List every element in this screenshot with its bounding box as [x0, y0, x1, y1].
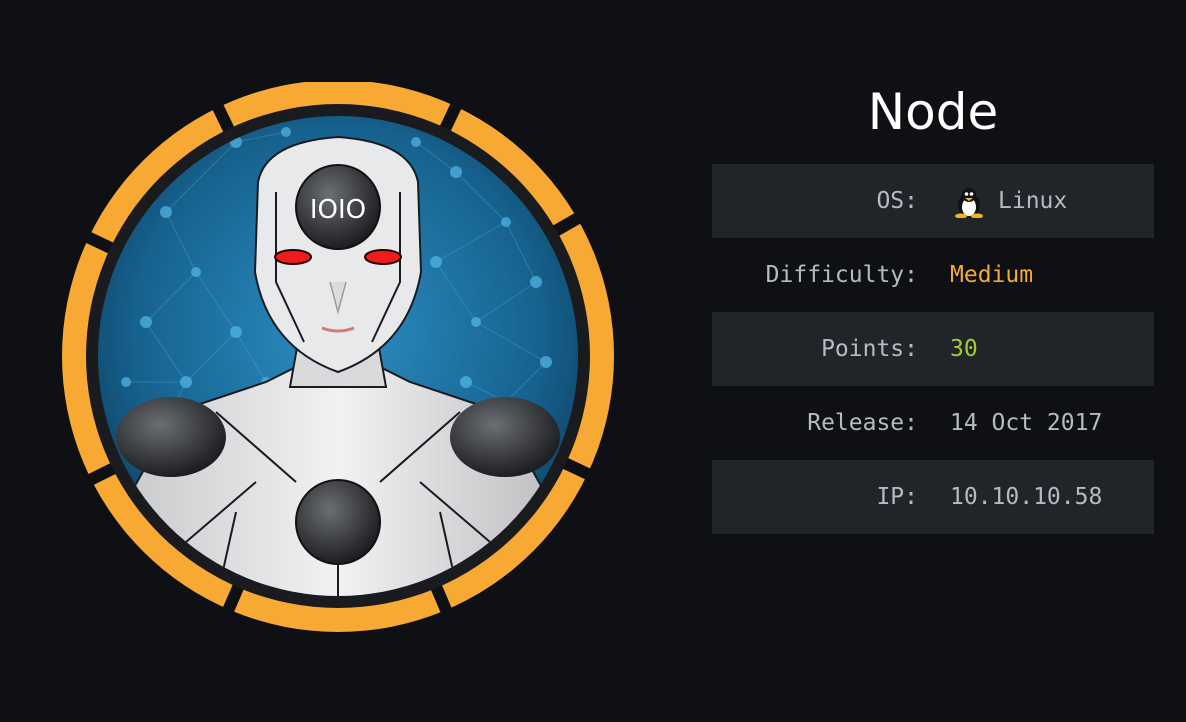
ip-value: 10.10.10.58 — [950, 484, 1103, 510]
machine-avatar-badge: IOIO — [36, 82, 640, 662]
os-label: OS: — [876, 188, 918, 214]
info-row-points: Points: 30 — [712, 312, 1154, 386]
difficulty-label: Difficulty: — [765, 262, 918, 288]
info-row-difficulty: Difficulty: Medium — [712, 238, 1154, 312]
difficulty-value: Medium — [950, 262, 1034, 288]
info-row-os: OS: Linux — [712, 164, 1154, 238]
machine-name: Node — [867, 83, 999, 141]
machine-info-table: OS: Linux Difficulty: Medium Points: 30 … — [712, 164, 1154, 534]
avatar-forehead-text: IOIO — [310, 195, 366, 225]
info-row-ip: IP: 10.10.10.58 — [712, 460, 1154, 534]
points-label: Points: — [821, 336, 918, 362]
tux-penguin-icon — [952, 188, 986, 222]
os-value: Linux — [998, 188, 1068, 214]
avatar-illustration: IOIO — [43, 82, 629, 660]
release-label: Release: — [807, 410, 918, 436]
ip-label: IP: — [876, 484, 918, 510]
points-value: 30 — [950, 336, 978, 362]
info-row-release: Release: 14 Oct 2017 — [712, 386, 1154, 460]
release-value: 14 Oct 2017 — [950, 410, 1103, 436]
